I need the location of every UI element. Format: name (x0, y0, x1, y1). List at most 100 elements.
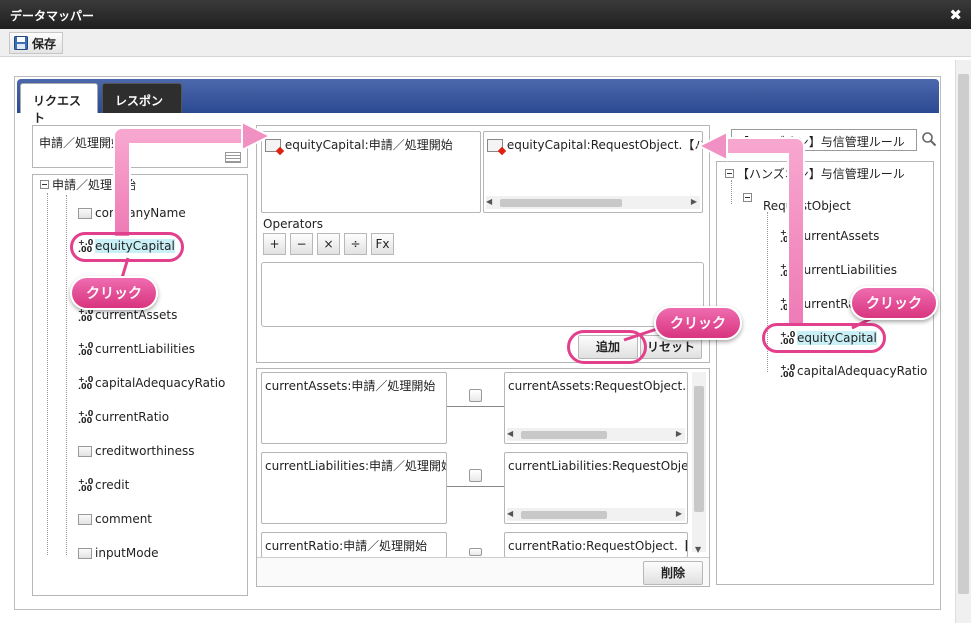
op-multiply-button[interactable]: × (317, 233, 340, 255)
mapping-checkbox[interactable] (469, 389, 482, 402)
mapping-hscroll[interactable]: ◀ ▶ (507, 508, 685, 521)
tree-item-label: capitalAdequacyRatio (95, 376, 226, 390)
mapping-list-vscroll[interactable]: ▼ (692, 372, 706, 554)
number-icon: +.0.00 (780, 262, 796, 278)
click-callout-add: クリック (654, 306, 742, 340)
click-callout-right: クリック (850, 286, 938, 320)
source-field-box[interactable]: equityCapital:申請／処理開始 (261, 131, 481, 213)
right-tree-object-label: RequestObject (763, 199, 851, 213)
tree-item-label: comment (95, 512, 153, 526)
tree-item-label: capitalAdequacyRatio (797, 364, 928, 378)
mapping-checkbox[interactable] (469, 548, 482, 556)
save-button[interactable]: 保存 (9, 32, 64, 54)
number-icon: +.0.00 (78, 375, 94, 391)
tree-item-label: inputMode (95, 546, 159, 560)
right-item-currentassets[interactable]: +.0.00 currentAssets (780, 228, 880, 244)
rule-search-value: 【ハンズオン】与信管理ルール (737, 135, 905, 149)
click-callout-left: クリック (70, 276, 158, 310)
right-item-capitaladequacyratio[interactable]: +.0.00 capitalAdequacyRatio (780, 364, 928, 379)
folder-icon (78, 207, 92, 219)
right-tree-root-label: 【ハンズオン】与信管理ルール (737, 167, 905, 181)
page-scrollbar[interactable] (955, 60, 971, 623)
list-icon[interactable] (225, 152, 241, 163)
tree-item-companyname[interactable]: companyName (78, 206, 186, 220)
tree-item-label: currentLiabilities (797, 263, 897, 277)
tab-request[interactable]: リクエスト (20, 83, 98, 125)
tab-response[interactable]: レスポンス (102, 83, 182, 125)
target-field-text: equityCapital:RequestObject.【ハンズ (506, 138, 702, 152)
expression-area[interactable] (261, 262, 704, 327)
folder-icon (78, 547, 92, 559)
tree-item-creditworthiness[interactable]: creditworthiness (78, 444, 195, 458)
highlight-ring-right (762, 323, 886, 353)
mapping-source-0[interactable]: currentAssets:申請／処理開始 (261, 372, 447, 444)
op-divide-button[interactable]: ÷ (344, 233, 367, 255)
tree-item-label: creditworthiness (95, 444, 195, 458)
left-tree-root[interactable]: 申請／処理開始 (40, 176, 136, 193)
mapping-target-text: currentLiabilities:RequestObject.【 (508, 459, 688, 473)
left-header-text: 申請／処理開始 (39, 136, 124, 150)
search-icon[interactable] (921, 131, 937, 150)
source-field-text: equityCapital:申請／処理開始 (284, 138, 453, 152)
mapping-target-0[interactable]: currentAssets:RequestObject.【ハ ◀▶ (504, 372, 688, 444)
highlight-ring-left (70, 232, 184, 262)
mapping-source-text: currentRatio:申請／処理開始 (265, 539, 428, 553)
mapping-target-1[interactable]: currentLiabilities:RequestObject.【 ◀▶ (504, 452, 688, 524)
number-icon: +.0.00 (78, 341, 94, 357)
left-header-box[interactable]: 申請／処理開始 (32, 125, 248, 168)
mapping-source-1[interactable]: currentLiabilities:申請／処理開始 (261, 452, 447, 524)
tree-item-capitaladequacyratio[interactable]: +.0.00 capitalAdequacyRatio (78, 375, 226, 391)
number-icon: +.0.00 (78, 409, 94, 425)
left-tree-root-label: 申請／処理開始 (52, 178, 137, 192)
tree-item-currentratio[interactable]: +.0.00 currentRatio (78, 409, 170, 425)
field-icon (487, 139, 503, 152)
mapping-checkbox[interactable] (469, 469, 482, 482)
tree-item-label: currentAssets (797, 229, 880, 243)
mapping-target-2[interactable]: currentRatio:RequestObject.【ハン (504, 532, 688, 558)
close-icon[interactable]: ✖ (949, 6, 962, 24)
mapping-source-2[interactable]: currentRatio:申請／処理開始 (261, 532, 447, 558)
number-icon: +.0.00 (780, 296, 796, 312)
folder-icon (78, 445, 92, 457)
folder-icon (78, 513, 92, 525)
tree-item-currentassets[interactable]: +.0.00 currentAssets (78, 308, 178, 323)
mapping-footer (257, 557, 709, 586)
mapping-source-text: currentAssets:申請／処理開始 (265, 379, 436, 393)
delete-button[interactable]: 削除 (643, 561, 703, 585)
tree-item-inputmode[interactable]: inputMode (78, 546, 159, 560)
right-item-currentliabilities[interactable]: +.0.00 currentLiabilities (780, 262, 897, 278)
right-tree-root[interactable]: 【ハンズオン】与信管理ルール (725, 165, 905, 182)
floppy-icon (14, 36, 28, 50)
rule-search-input[interactable]: 【ハンズオン】与信管理ルール (731, 129, 917, 151)
mapping-source-text: currentLiabilities:申請／処理開始 (265, 459, 447, 473)
tree-item-label: currentLiabilities (95, 342, 195, 356)
window-titlebar: データマッパー ✖ (0, 0, 971, 29)
collapse-icon[interactable] (743, 193, 752, 202)
op-minus-button[interactable]: − (290, 233, 313, 255)
toolbar: 保存 (0, 29, 971, 57)
tree-item-currentliabilities[interactable]: +.0.00 currentLiabilities (78, 341, 195, 357)
window-title: データマッパー (10, 9, 95, 23)
mapping-target-text: currentAssets:RequestObject.【ハ (508, 379, 687, 393)
mapping-hscroll[interactable]: ◀ ▶ (507, 428, 685, 441)
tree-item-credit[interactable]: +.0.00 credit (78, 477, 130, 493)
save-label: 保存 (32, 36, 57, 51)
op-function-button[interactable]: Fx (371, 233, 394, 255)
target-hscroll[interactable]: ◀ ▶ (486, 196, 700, 209)
highlight-ring-add (567, 330, 647, 364)
op-plus-button[interactable]: + (263, 233, 286, 255)
tree-item-label: currentRatio (95, 410, 170, 424)
tree-item-label: currentAssets (95, 308, 178, 322)
number-icon: +.0.00 (78, 477, 94, 493)
tree-item-comment[interactable]: comment (78, 512, 152, 526)
collapse-icon[interactable] (40, 180, 49, 189)
field-icon (265, 139, 281, 152)
number-icon: +.0.00 (780, 228, 796, 244)
collapse-icon[interactable] (725, 169, 734, 178)
mapping-target-text: currentRatio:RequestObject.【ハン (508, 539, 687, 553)
target-field-box[interactable]: equityCapital:RequestObject.【ハンズ ◀▶ (483, 131, 703, 213)
tree-item-label: companyName (95, 206, 186, 220)
tab-bar: リクエスト レスポンス (17, 79, 939, 125)
tree-item-label: credit (95, 478, 130, 492)
right-tree-object[interactable] (743, 193, 752, 202)
